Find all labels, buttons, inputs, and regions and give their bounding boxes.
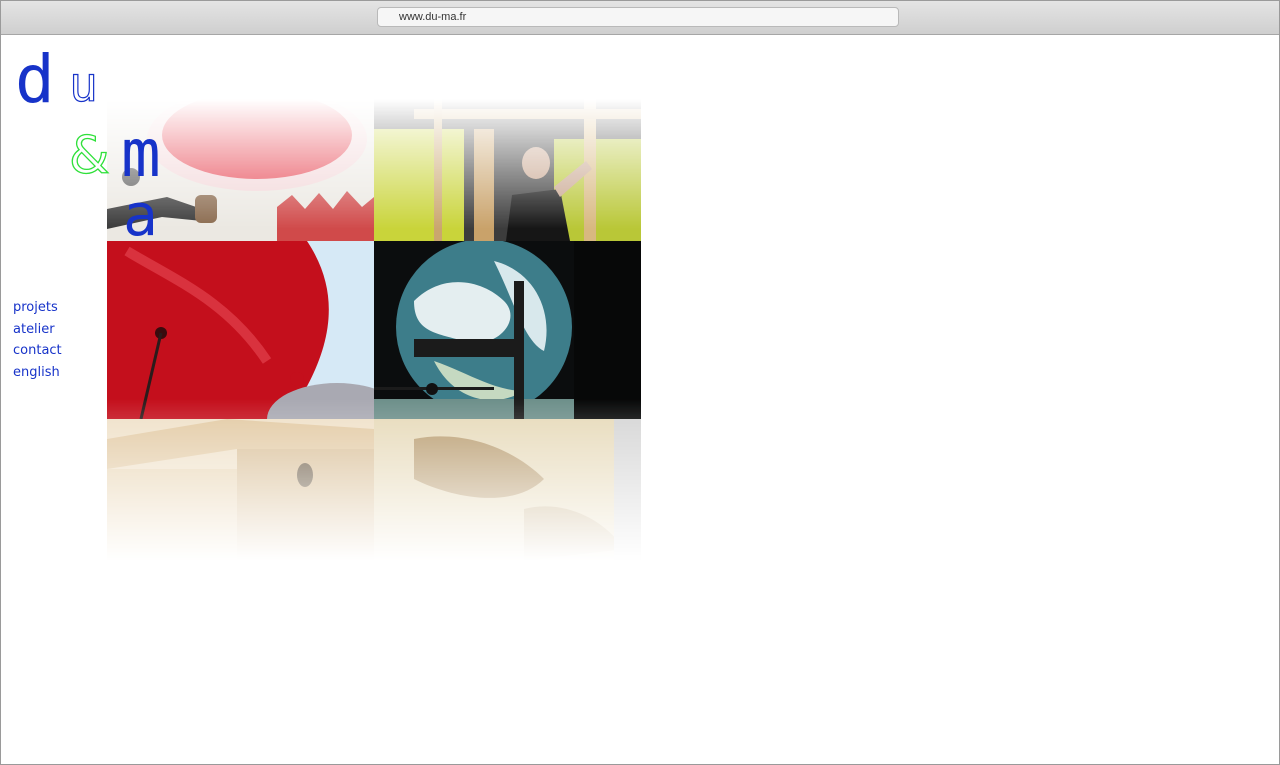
- address-bar[interactable]: www.du-ma.fr: [377, 7, 899, 27]
- browser-toolbar: www.du-ma.fr: [1, 1, 1279, 35]
- nav-item-atelier[interactable]: atelier: [13, 319, 62, 341]
- logo-letter-a: a: [123, 181, 158, 249]
- nav-item-english[interactable]: english: [13, 362, 62, 384]
- main-nav: projets atelier contact english: [13, 297, 62, 383]
- logo-letter-m: m: [121, 115, 161, 192]
- site-logo[interactable]: d u & m a: [1, 35, 201, 255]
- browser-window: www.du-ma.fr d u & m a projets atelier c…: [0, 0, 1280, 765]
- nav-item-projets[interactable]: projets: [13, 297, 62, 319]
- mosaic-tile-scaffold[interactable]: [374, 99, 641, 241]
- mosaic-tile-wood[interactable]: [107, 419, 374, 561]
- mosaic-tile-red-hull[interactable]: [107, 241, 374, 419]
- wood-image: [107, 419, 374, 561]
- logo-letter-u: u: [68, 57, 98, 113]
- scaffold-image: [374, 99, 641, 241]
- map-image: [374, 419, 641, 561]
- earth-image: [374, 241, 641, 419]
- mosaic-tile-earth[interactable]: [374, 241, 641, 419]
- logo-letter-d: d: [15, 41, 55, 118]
- address-bar-url: www.du-ma.fr: [399, 11, 467, 23]
- mosaic-tile-map[interactable]: [374, 419, 641, 561]
- page-content: d u & m a projets atelier contact englis…: [1, 35, 1279, 764]
- nav-item-contact[interactable]: contact: [13, 340, 62, 362]
- red-hull-image: [107, 241, 374, 419]
- logo-ampersand: &: [68, 126, 110, 186]
